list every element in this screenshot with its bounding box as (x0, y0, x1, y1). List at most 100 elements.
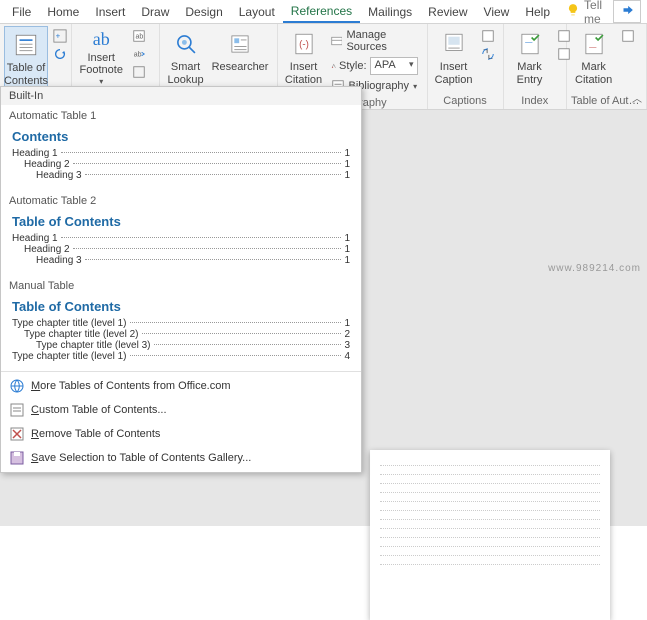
toc-row-text: Heading 1 (12, 148, 58, 159)
manual-title: Manual Table (1, 275, 361, 294)
gallery-footer: More Tables of Contents from Office.com … (1, 371, 361, 472)
add-text-button[interactable]: + (51, 28, 69, 44)
tab-view[interactable]: View (476, 2, 518, 22)
toc-row-text: Heading 2 (24, 159, 70, 170)
mark-citation-label: Mark Citation (575, 61, 612, 86)
save-icon (9, 450, 25, 466)
mark-entry-label: Mark Entry (517, 61, 543, 86)
footnote-side-buttons: ab ab (127, 26, 151, 82)
share-icon (620, 3, 634, 20)
watermark: www.989214.com (548, 263, 641, 274)
captions-group-label: Captions (432, 94, 499, 109)
mark-citation-icon: — (579, 29, 609, 59)
share-button[interactable] (613, 0, 641, 23)
tab-home[interactable]: Home (39, 2, 87, 22)
insert-endnote-button[interactable]: ab (130, 28, 148, 44)
tab-help[interactable]: Help (517, 2, 558, 22)
document-page[interactable] (370, 450, 610, 620)
tab-file[interactable]: File (4, 2, 39, 22)
next-footnote-button[interactable]: ab (130, 46, 148, 62)
update-table-button[interactable] (51, 46, 69, 62)
save-toc-gallery-button[interactable]: Save Selection to Table of Contents Gall… (1, 446, 361, 470)
toc-preview-manual[interactable]: Table of Contents Type chapter title (le… (9, 296, 353, 365)
citation-icon: (-) (289, 29, 319, 59)
cross-reference-button[interactable] (479, 46, 497, 62)
remove-icon (9, 426, 25, 442)
insert-table-figures-button[interactable] (479, 28, 497, 44)
toc-row-text: Heading 3 (36, 255, 82, 266)
toc-row-page: 2 (344, 329, 350, 340)
svg-text:—: — (589, 42, 597, 51)
tab-insert[interactable]: Insert (87, 2, 133, 22)
insert-caption-button[interactable]: Insert Caption (432, 26, 476, 86)
tab-layout[interactable]: Layout (231, 2, 283, 22)
more-toc-label: More Tables of Contents from Office.com (31, 380, 231, 392)
save-toc-label: Save Selection to Table of Contents Gall… (31, 452, 251, 464)
custom-toc-label: Custom Table of Contents... (31, 404, 167, 416)
index-group-label: Index (508, 94, 562, 109)
insert-toa-button[interactable] (619, 28, 637, 44)
mark-entry-button[interactable]: — Mark Entry (508, 26, 552, 86)
smart-lookup-label: Smart Lookup (168, 61, 204, 86)
insert-footnote-button[interactable]: ab Insert Footnote ▾ (76, 26, 127, 86)
remove-toc-label: Remove Table of Contents (31, 428, 160, 440)
toc-row-page: 4 (344, 351, 350, 362)
style-select[interactable]: APA (370, 57, 418, 75)
remove-toc-button[interactable]: Remove Table of Contents (1, 422, 361, 446)
toc-row-text: Type chapter title (level 1) (12, 318, 127, 329)
toc-row-page: 1 (344, 170, 350, 181)
auto1-heading: Contents (12, 129, 350, 144)
toa-side (616, 26, 640, 46)
chevron-down-icon: ▾ (99, 77, 103, 86)
toc-row-page: 1 (344, 244, 350, 255)
toc-row-text: Type chapter title (level 2) (24, 329, 139, 340)
tab-references[interactable]: References (283, 1, 360, 23)
toc-preview-auto2[interactable]: Table of Contents Heading 11 Heading 21 … (9, 211, 353, 269)
footnote-ab-icon: ab (93, 29, 110, 50)
gallery-header: Built-In (1, 87, 361, 105)
svg-text:ab: ab (135, 34, 143, 41)
toc-preview-auto1[interactable]: Contents Heading 11 Heading 21 Heading 3… (9, 126, 353, 184)
group-index: — Mark Entry Index (504, 24, 567, 109)
manage-sources-button[interactable]: Manage Sources (329, 28, 420, 54)
toc-row-text: Type chapter title (level 1) (12, 351, 127, 362)
auto1-title: Automatic Table 1 (1, 105, 361, 124)
mark-citation-button[interactable]: — Mark Citation (571, 26, 616, 86)
ribbon-tabs: File Home Insert Draw Design Layout Refe… (0, 0, 647, 24)
lightbulb-icon (566, 3, 580, 20)
show-notes-button[interactable] (130, 64, 148, 80)
auto2-title: Automatic Table 2 (1, 190, 361, 209)
toc-row-page: 1 (344, 159, 350, 170)
custom-toc-button[interactable]: Custom Table of Contents... (1, 398, 361, 422)
svg-text:ab: ab (134, 52, 142, 59)
smart-lookup-button[interactable]: Smart Lookup (164, 26, 208, 86)
toc-label: Table of Contents (4, 62, 48, 87)
researcher-icon (225, 29, 255, 59)
toc-row-page: 1 (344, 148, 350, 159)
tab-review[interactable]: Review (420, 2, 475, 22)
tell-me-label: Tell me (584, 0, 602, 26)
ribbon-collapse-icon[interactable]: ︿ (632, 90, 642, 105)
globe-icon (9, 378, 25, 394)
manage-sources-label: Manage Sources (346, 29, 417, 53)
style-label: Style: (339, 60, 367, 72)
group-toa: — Mark Citation Table of Auth... ︿ (567, 24, 647, 109)
style-icon (331, 59, 336, 73)
toc-row-text: Heading 2 (24, 244, 70, 255)
style-value: APA (375, 59, 396, 71)
group-captions: Insert Caption Captions (428, 24, 504, 109)
researcher-button[interactable]: Researcher (208, 26, 273, 74)
toc-row-text: Type chapter title (level 3) (36, 340, 151, 351)
toc-row-page: 3 (344, 340, 350, 351)
tab-design[interactable]: Design (177, 2, 230, 22)
researcher-label: Researcher (212, 61, 269, 74)
tab-mailings[interactable]: Mailings (360, 2, 420, 22)
manual-heading: Table of Contents (12, 299, 350, 314)
tab-draw[interactable]: Draw (133, 2, 177, 22)
toc-row-page: 1 (344, 255, 350, 266)
tell-me-search[interactable]: Tell me (558, 0, 610, 26)
toc-gallery-dropdown: Built-In Automatic Table 1 Contents Head… (0, 86, 362, 473)
citation-style-row: Style: APA (329, 56, 420, 76)
more-toc-office-button[interactable]: More Tables of Contents from Office.com (1, 374, 361, 398)
insert-citation-label: Insert Citation (285, 61, 322, 86)
